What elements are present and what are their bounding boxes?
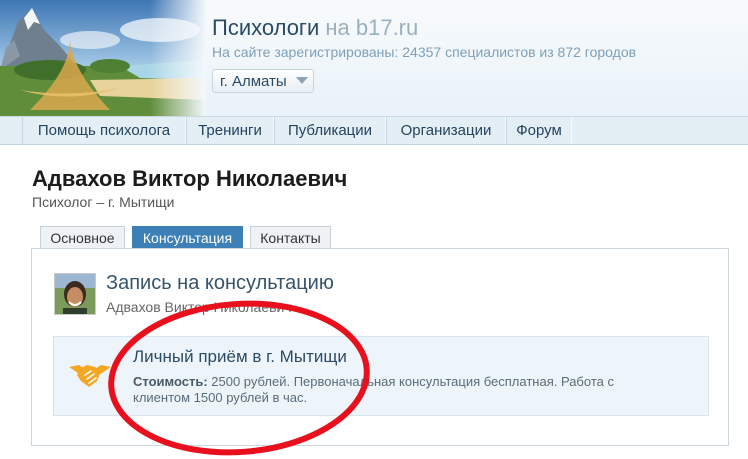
chevron-down-icon	[296, 77, 308, 84]
avatar[interactable]	[54, 273, 96, 315]
site-header: Психологи на b17.ru На сайте зарегистрир…	[0, 0, 748, 116]
nav-item-organizations[interactable]: Организации	[386, 117, 506, 144]
consultation-psychologist-name: Адвахов Виктор Николаевич	[106, 299, 292, 315]
nav-item-help[interactable]: Помощь психолога	[22, 117, 186, 144]
site-stats: На сайте зарегистрированы: 24357 специал…	[212, 44, 637, 60]
consultation-card-description: Стоимость: 2500 рублей. Первоначальная к…	[133, 374, 673, 406]
nav-item-forum[interactable]: Форум	[506, 117, 572, 144]
site-title[interactable]: Психологи на b17.ru	[212, 15, 418, 41]
price-label: Стоимость:	[133, 374, 208, 389]
city-select-value: г. Алматы	[220, 73, 287, 90]
site-title-domain: на b17.ru	[319, 15, 419, 40]
nav-item-publications[interactable]: Публикации	[274, 117, 386, 144]
tab-contacts[interactable]: Контакты	[250, 226, 331, 249]
consultation-title: Запись на консультацию	[106, 272, 334, 294]
nav-item-trainings[interactable]: Тренинги	[186, 117, 274, 144]
handshake-icon	[67, 357, 113, 393]
city-select[interactable]: г. Алматы	[212, 69, 314, 93]
tab-consultation[interactable]: Консультация	[132, 226, 243, 249]
tab-main[interactable]: Основное	[40, 226, 125, 249]
site-title-main: Психологи	[212, 15, 320, 40]
consultation-card-title[interactable]: Личный приём в г. Мытищи	[133, 347, 347, 367]
profile-name: Адвахов Виктор Николаевич	[32, 166, 348, 191]
main-nav: Помощь психолога Тренинги Публикации Орг…	[0, 116, 748, 145]
header-banner-image	[0, 0, 206, 116]
profile-subtitle: Психолог – г. Мытищи	[32, 194, 175, 210]
